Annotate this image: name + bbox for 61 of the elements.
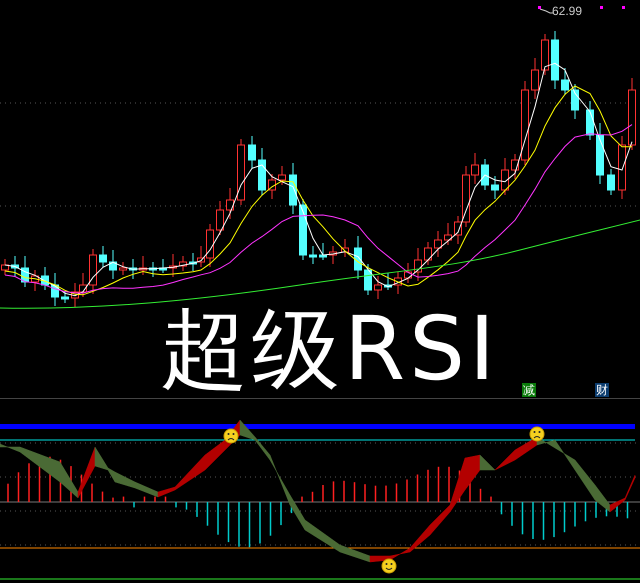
candlestick <box>404 262 412 284</box>
candlestick <box>364 264 372 296</box>
candlestick <box>289 162 297 214</box>
candlestick <box>586 100 594 140</box>
candlestick <box>618 136 626 200</box>
indicator-badge: 减 <box>522 383 536 397</box>
chart-title: 超级RSI <box>160 305 499 393</box>
candlestick <box>374 276 382 300</box>
candlestick <box>226 188 234 220</box>
candlestick <box>139 256 147 276</box>
candlestick <box>99 246 107 268</box>
ribbon-segment <box>494 450 516 470</box>
candlestick <box>278 166 286 186</box>
candlestick <box>571 84 579 120</box>
candlestick <box>319 242 327 260</box>
candlestick <box>61 290 69 304</box>
candlestick <box>89 248 97 294</box>
candlestick <box>309 246 317 264</box>
candlestick <box>607 168 615 196</box>
sad-face-icon <box>530 426 544 442</box>
candlestick <box>159 258 167 274</box>
candlestick <box>109 250 117 280</box>
candlestick <box>414 248 422 282</box>
candlestick <box>258 148 266 196</box>
candlestick <box>11 256 19 278</box>
candlestick <box>511 154 519 180</box>
smiley-face-icon <box>382 558 396 574</box>
candlestick <box>541 34 549 76</box>
candlestick <box>434 230 442 258</box>
candlestick <box>394 272 402 294</box>
candlestick <box>119 262 127 276</box>
candlestick <box>341 238 349 258</box>
candlestick <box>41 266 49 290</box>
candlestick <box>354 236 362 280</box>
candlestick <box>51 272 59 306</box>
candlestick <box>268 174 276 200</box>
candlestick <box>531 58 539 100</box>
max-price-label: 62.99 <box>552 5 582 17</box>
candlestick <box>129 258 137 280</box>
sad-face-icon <box>224 428 238 444</box>
candlestick <box>248 136 256 170</box>
candlestick <box>329 246 337 264</box>
indicator-badge: 财 <box>595 383 609 397</box>
candlestick <box>596 122 604 184</box>
candlestick <box>169 254 177 278</box>
candlestick <box>149 262 157 278</box>
candlestick <box>179 256 187 272</box>
candlestick <box>21 256 29 288</box>
candlestick <box>216 200 224 236</box>
candlestick <box>31 270 39 292</box>
candlestick <box>424 242 432 266</box>
candlestick <box>551 30 559 90</box>
candlestick <box>491 176 499 200</box>
candlestick <box>299 198 307 260</box>
candlestick <box>561 68 569 96</box>
candlestick <box>501 158 509 196</box>
candlestick <box>444 222 452 246</box>
candlestick <box>384 272 392 290</box>
candlestick <box>481 158 489 190</box>
max-marker-icon <box>540 8 554 14</box>
candlestick <box>237 138 245 206</box>
